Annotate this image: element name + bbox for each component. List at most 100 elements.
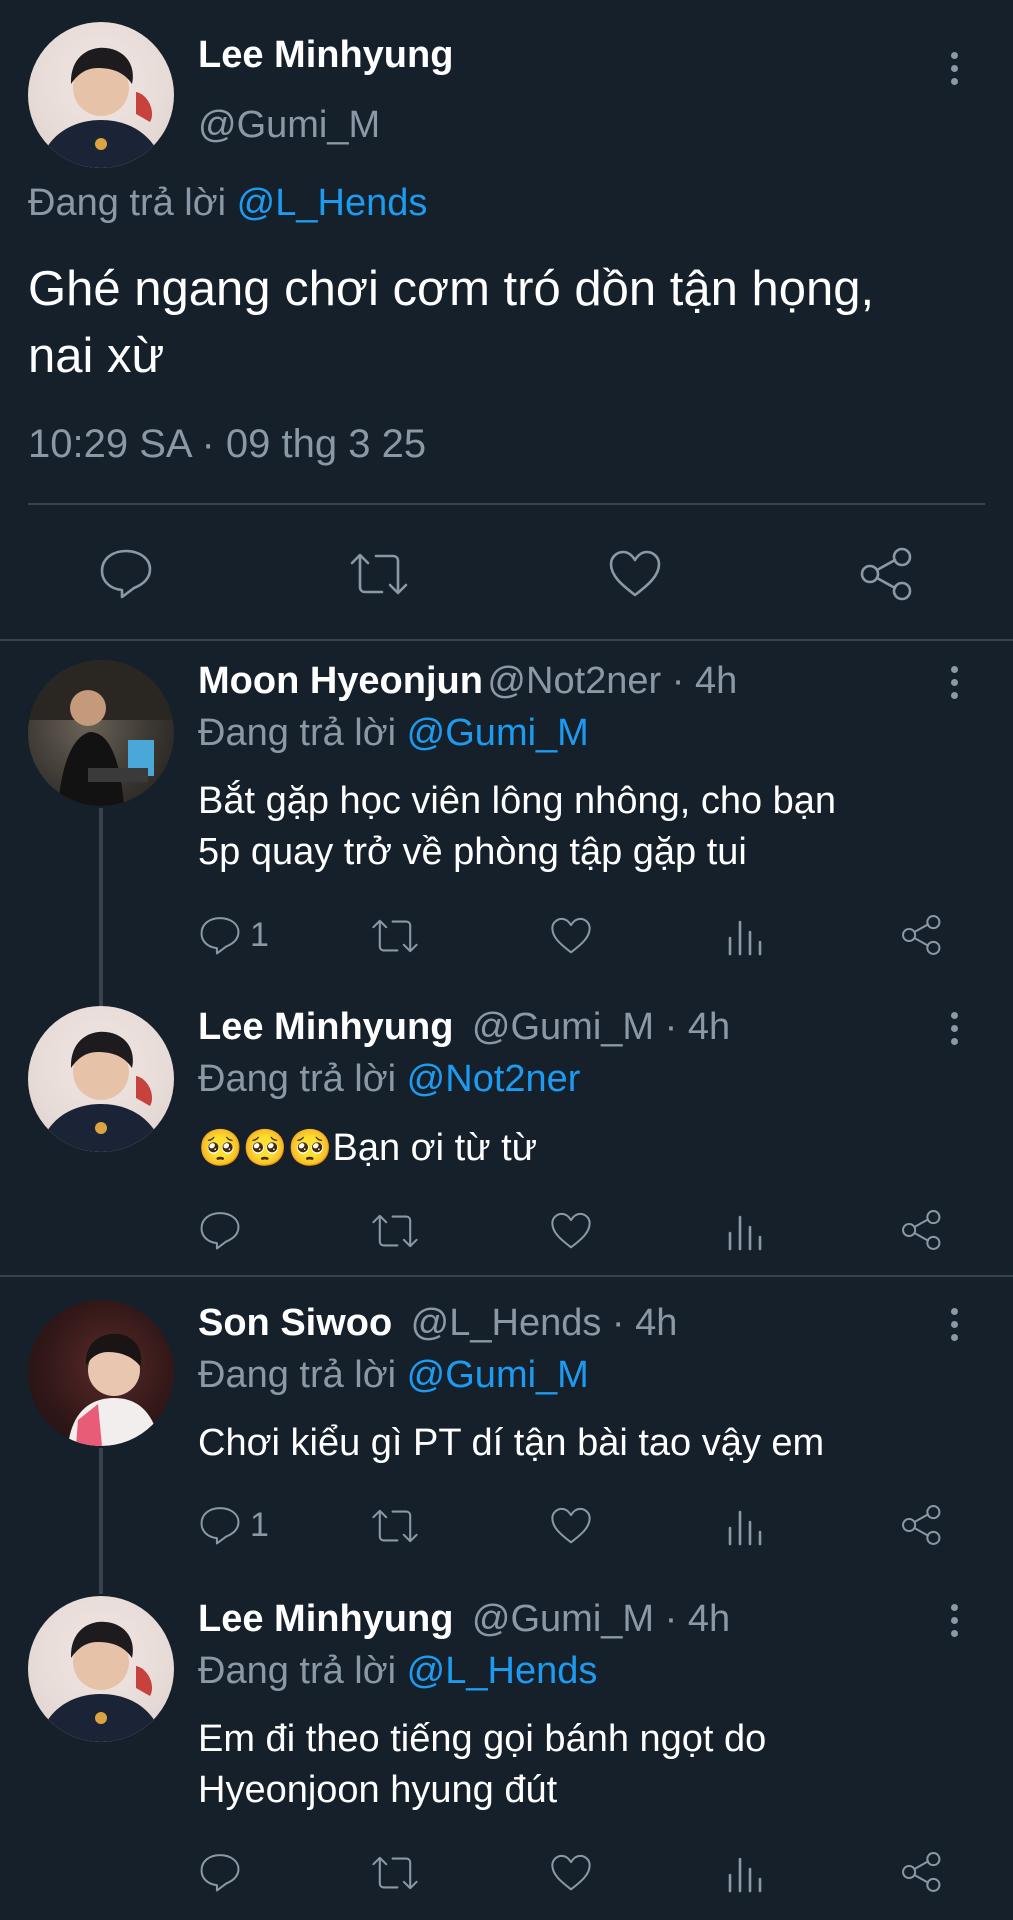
analytics-icon xyxy=(728,1857,762,1893)
avatar-image xyxy=(38,1031,164,1152)
reply-context: Đang trả lời @L_Hends xyxy=(28,182,427,225)
like-button[interactable] xyxy=(550,916,592,956)
reply-button[interactable] xyxy=(198,1852,250,1892)
thread-line xyxy=(99,808,103,1006)
tweet-text-line: Bắt gặp học viên lông nhông, cho bạn xyxy=(198,780,837,822)
reply-icon xyxy=(100,549,152,599)
share-button[interactable] xyxy=(900,1850,944,1894)
analytics-icon xyxy=(728,1215,762,1251)
tweet-text: Bắt gặp học viên lông nhông, cho bạn 5p … xyxy=(198,776,836,878)
avatar[interactable] xyxy=(28,660,174,806)
retweet-icon xyxy=(372,1214,418,1248)
author-handle[interactable]: @Not2ner · 4h xyxy=(487,660,737,702)
retweet-button[interactable] xyxy=(370,1506,420,1546)
author-handle[interactable]: @Gumi_M · 4h xyxy=(472,1006,730,1048)
more-menu-icon[interactable] xyxy=(948,52,960,85)
author-handle[interactable]: @Gumi_M xyxy=(198,104,380,147)
tweet-text: 🥺🥺🥺Bạn ơi từ từ xyxy=(198,1122,537,1174)
reply-handle-link[interactable]: @Gumi_M xyxy=(407,712,589,754)
tweet-text: Chơi kiểu gì PT dí tận bài tao vậy em xyxy=(198,1418,824,1469)
retweet-icon xyxy=(350,553,408,595)
reply-icon xyxy=(200,1212,240,1250)
reply-prefix: Đang trả lời xyxy=(198,1354,397,1396)
tweet-text-line: Em đi theo tiếng gọi bánh ngọt do xyxy=(198,1718,767,1760)
reply-header: Lee Minhyung @Gumi_M · 4h xyxy=(198,1598,730,1641)
author-handle[interactable]: @Gumi_M · 4h xyxy=(472,1598,730,1640)
reply-button[interactable] xyxy=(198,1210,250,1250)
avatar[interactable] xyxy=(28,1006,174,1152)
reply-handle-link[interactable]: @L_Hends xyxy=(407,1650,598,1692)
analytics-icon xyxy=(728,920,762,956)
like-icon xyxy=(551,1212,591,1249)
reply-button[interactable]: 1 xyxy=(198,915,269,955)
share-button[interactable] xyxy=(858,545,916,603)
tweet-text-line: Chơi kiểu gì PT dí tận bài tao vậy em xyxy=(198,1422,825,1464)
emoji-pleading-face: 🥺🥺🥺 xyxy=(198,1127,333,1168)
reply-count: 1 xyxy=(250,915,269,954)
divider xyxy=(28,503,985,505)
like-button[interactable] xyxy=(550,1853,592,1893)
divider xyxy=(0,639,1013,641)
share-button[interactable] xyxy=(900,913,944,957)
avatar-image xyxy=(38,47,164,168)
share-icon xyxy=(860,547,912,601)
author-name[interactable]: Lee Minhyung xyxy=(198,1598,453,1640)
avatar[interactable] xyxy=(28,1596,174,1742)
avatar-image xyxy=(28,660,174,806)
more-menu-icon[interactable] xyxy=(948,1012,960,1045)
reply-handle-link[interactable]: @Not2ner xyxy=(407,1058,581,1100)
share-icon xyxy=(902,1210,941,1250)
reply-header: Lee Minhyung @Gumi_M · 4h xyxy=(198,1006,730,1049)
share-icon xyxy=(902,1505,941,1545)
avatar[interactable] xyxy=(28,1300,174,1446)
reply-button[interactable] xyxy=(98,547,154,599)
views-button[interactable] xyxy=(726,1211,764,1251)
avatar[interactable] xyxy=(28,22,174,168)
share-button[interactable] xyxy=(900,1208,944,1252)
tweet-text-line: 5p quay trở về phòng tập gặp tui xyxy=(198,831,747,873)
author-name[interactable]: Lee Minhyung xyxy=(198,1006,453,1048)
like-button[interactable] xyxy=(550,1211,592,1251)
reply-prefix: Đang trả lời xyxy=(28,182,227,224)
share-icon xyxy=(902,915,941,955)
avatar-image xyxy=(38,1621,164,1742)
divider xyxy=(0,1275,1013,1277)
author-handle[interactable]: @L_Hends · 4h xyxy=(411,1302,678,1344)
like-button[interactable] xyxy=(550,1506,592,1546)
thread-line xyxy=(99,1448,103,1594)
reply-handle-link[interactable]: @Gumi_M xyxy=(407,1354,589,1396)
author-name[interactable]: Lee Minhyung xyxy=(198,34,453,77)
analytics-icon xyxy=(728,1510,762,1546)
reply-context: Đang trả lời @L_Hends xyxy=(198,1650,597,1693)
more-menu-icon[interactable] xyxy=(948,666,960,699)
reply-icon xyxy=(200,917,240,955)
retweet-button[interactable] xyxy=(370,1853,420,1893)
reply-prefix: Đang trả lời xyxy=(198,1058,397,1100)
views-button[interactable] xyxy=(726,1853,764,1893)
like-icon xyxy=(551,1507,591,1544)
retweet-button[interactable] xyxy=(370,916,420,956)
tweet-timestamp[interactable]: 10:29 SA · 09 thg 3 25 xyxy=(28,422,426,467)
author-name[interactable]: Son Siwoo xyxy=(198,1302,392,1344)
tweet-text-line: nai xừ xyxy=(28,329,165,383)
share-icon xyxy=(902,1852,941,1892)
reply-handle-link[interactable]: @L_Hends xyxy=(237,182,428,224)
author-name[interactable]: Moon Hyeonjun xyxy=(198,660,483,702)
tweet-text-line: Bạn ơi từ từ xyxy=(332,1127,538,1169)
retweet-button[interactable] xyxy=(370,1211,420,1251)
retweet-button[interactable] xyxy=(348,549,410,599)
more-menu-icon[interactable] xyxy=(948,1308,960,1341)
retweet-icon xyxy=(372,1856,418,1890)
views-button[interactable] xyxy=(726,1506,764,1546)
reply-header: Son Siwoo @L_Hends · 4h xyxy=(198,1302,677,1345)
share-button[interactable] xyxy=(900,1503,944,1547)
views-button[interactable] xyxy=(726,916,764,956)
reply-header: Moon Hyeonjun @Not2ner · 4h xyxy=(198,660,737,703)
retweet-icon xyxy=(372,1509,418,1543)
reply-button[interactable]: 1 xyxy=(198,1505,269,1545)
reply-prefix: Đang trả lời xyxy=(198,1650,397,1692)
tweet-text: Em đi theo tiếng gọi bánh ngọt do Hyeonj… xyxy=(198,1714,766,1816)
more-menu-icon[interactable] xyxy=(948,1604,960,1637)
tweet-text-line: Hyeonjoon hyung đút xyxy=(198,1769,558,1811)
like-button[interactable] xyxy=(608,549,662,599)
